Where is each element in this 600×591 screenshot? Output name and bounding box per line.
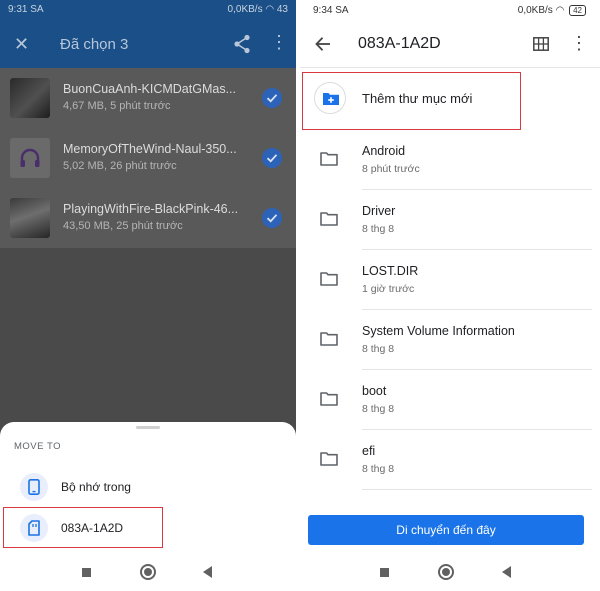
- share-icon[interactable]: [233, 34, 251, 59]
- folder-meta: 8 thg 8: [362, 343, 395, 355]
- album-art-thumbnail: [10, 198, 50, 238]
- network-speed: 0,0KB/s: [227, 4, 263, 15]
- folder-name: efi: [362, 444, 376, 458]
- battery-level: 42: [569, 5, 586, 16]
- status-bar: 9:31 SA 0,0KB/s ◠ 43: [0, 0, 296, 22]
- wifi-icon: ◠: [555, 5, 565, 16]
- left-phone-screen: 9:31 SA 0,0KB/s ◠ 43 ✕ Đã chọn 3 ⋮ BuonC…: [0, 0, 296, 591]
- system-nav-bar: [300, 554, 600, 591]
- check-icon[interactable]: [262, 208, 282, 228]
- folder-icon: [320, 152, 338, 171]
- folder-row-lost-dir[interactable]: LOST.DIR 1 giờ trước: [300, 250, 600, 310]
- grid-view-icon[interactable]: [533, 37, 549, 56]
- folder-name: Driver: [362, 204, 396, 218]
- folder-title: 083A-1A2D: [358, 35, 441, 52]
- status-time: 9:31 SA: [8, 4, 44, 15]
- home-icon[interactable]: [140, 564, 156, 580]
- wifi-icon: ◠: [265, 4, 275, 15]
- folder-icon: [320, 452, 338, 471]
- check-icon[interactable]: [262, 88, 282, 108]
- row-divider: [362, 489, 592, 490]
- back-nav-icon[interactable]: [502, 566, 511, 578]
- folder-row-efi[interactable]: efi 8 thg 8: [300, 430, 600, 490]
- option-label: Bộ nhớ trong: [61, 480, 131, 494]
- file-meta: 5,02 MB, 26 phút trước: [63, 160, 177, 172]
- folder-icon: [320, 392, 338, 411]
- status-indicators: 0,0KB/s ◠ 42: [518, 5, 586, 16]
- album-art-thumbnail: [10, 78, 50, 118]
- folder-name: LOST.DIR: [362, 264, 419, 278]
- selection-app-bar: ✕ Đã chọn 3 ⋮: [0, 22, 296, 68]
- folder-icon: [320, 272, 338, 291]
- battery-level: 43: [276, 4, 288, 15]
- sheet-heading: MOVE TO: [14, 441, 61, 452]
- folder-meta: 8 thg 8: [362, 463, 395, 475]
- folder-name: System Volume Information: [362, 324, 515, 338]
- network-speed: 0,0KB/s: [517, 5, 553, 16]
- file-meta: 4,67 MB, 5 phút trước: [63, 100, 171, 112]
- option-internal-storage[interactable]: Bộ nhớ trong: [0, 468, 296, 506]
- highlight-box-sd-card: [3, 507, 163, 548]
- recents-icon[interactable]: [82, 568, 91, 577]
- folder-meta: 1 giờ trước: [362, 283, 415, 295]
- folder-name: boot: [362, 384, 387, 398]
- file-meta: 43,50 MB, 25 phút trước: [63, 220, 183, 232]
- selected-files-list: BuonCuaAnh-KICMDatGMas... 4,67 MB, 5 phú…: [0, 68, 296, 248]
- sheet-drag-handle[interactable]: [136, 426, 160, 429]
- status-bar: 9:34 SA 0,0KB/s ◠ 42: [300, 0, 600, 22]
- more-options-icon[interactable]: ⋮: [570, 34, 588, 52]
- folder-icon: [320, 212, 338, 231]
- file-name: MemoryOfTheWind-Naul-350...: [63, 142, 237, 156]
- folder-row-system-volume-information[interactable]: System Volume Information 8 thg 8: [300, 310, 600, 370]
- arrow-back-icon[interactable]: [314, 35, 332, 58]
- highlight-box-new-folder: [302, 72, 521, 130]
- file-name: PlayingWithFire-BlackPink-46...: [63, 202, 239, 216]
- home-icon[interactable]: [438, 564, 454, 580]
- selection-count-title: Đã chọn 3: [60, 36, 129, 53]
- close-icon[interactable]: ✕: [14, 34, 29, 55]
- move-here-button[interactable]: Di chuyển đến đây: [308, 515, 584, 545]
- back-nav-icon[interactable]: [203, 566, 212, 578]
- phone-storage-icon: [20, 473, 48, 501]
- folder-row-android[interactable]: Android 8 phút trước: [300, 130, 600, 190]
- folder-icon: [320, 332, 338, 351]
- system-nav-bar: [0, 554, 296, 591]
- check-icon[interactable]: [262, 148, 282, 168]
- folder-row-driver[interactable]: Driver 8 thg 8: [300, 190, 600, 250]
- folder-name: Android: [362, 144, 406, 158]
- status-time: 9:34 SA: [313, 5, 349, 16]
- folder-meta: 8 phút trước: [362, 163, 420, 175]
- file-name: BuonCuaAnh-KICMDatGMas...: [63, 82, 236, 96]
- folder-meta: 8 thg 8: [362, 223, 395, 235]
- folder-row-boot[interactable]: boot 8 thg 8: [300, 370, 600, 430]
- folder-app-bar: 083A-1A2D ⋮: [300, 22, 600, 68]
- status-indicators: 0,0KB/s ◠ 43: [228, 4, 288, 15]
- more-options-icon[interactable]: ⋮: [270, 33, 288, 51]
- folder-meta: 8 thg 8: [362, 403, 395, 415]
- recents-icon[interactable]: [380, 568, 389, 577]
- file-row[interactable]: BuonCuaAnh-KICMDatGMas... 4,67 MB, 5 phú…: [0, 68, 296, 128]
- file-row[interactable]: PlayingWithFire-BlackPink-46... 43,50 MB…: [0, 188, 296, 248]
- headphones-icon: [10, 138, 50, 178]
- file-row[interactable]: MemoryOfTheWind-Naul-350... 5,02 MB, 26 …: [0, 128, 296, 188]
